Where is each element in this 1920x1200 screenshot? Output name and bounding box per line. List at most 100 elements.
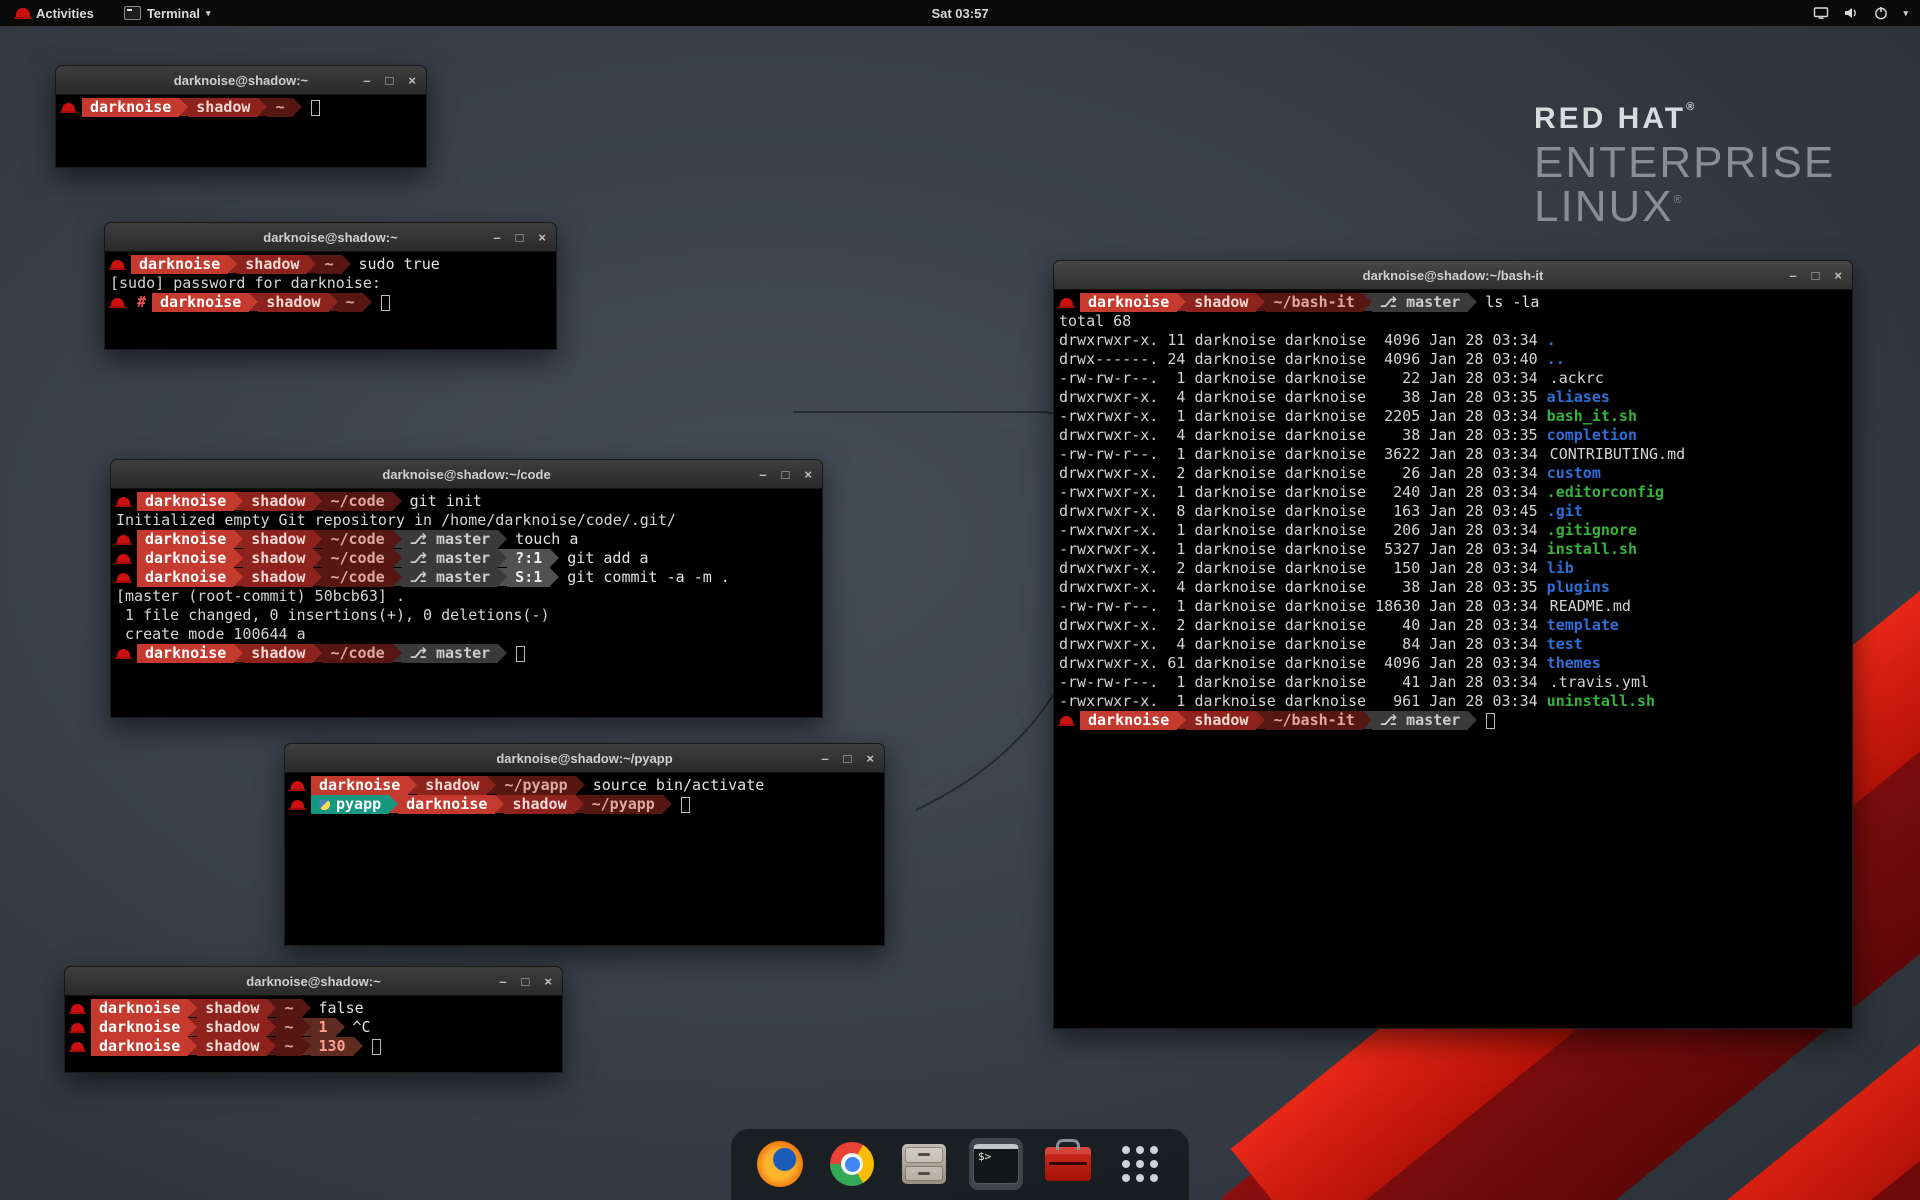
screen-share-icon[interactable]: [1813, 5, 1829, 21]
close-button[interactable]: ×: [866, 752, 874, 765]
minimize-button[interactable]: –: [493, 231, 500, 244]
terminal-window-home-2[interactable]: darknoise@shadow:~ – □ × darknoiseshadow…: [64, 966, 563, 1073]
terminal-line: drwxrwxr-x. 11 darknoise darknoise 4096 …: [1056, 331, 1852, 350]
maximize-button[interactable]: □: [516, 231, 524, 244]
output-text: [master (root-commit) 50bcb63] .: [113, 587, 405, 606]
maximize-button[interactable]: □: [386, 74, 394, 87]
minimize-button[interactable]: –: [363, 74, 370, 87]
terminal-line: -rwxrwxr-x. 1 darknoise darknoise 240 Ja…: [1056, 483, 1852, 502]
dock-item-files[interactable]: [897, 1138, 951, 1190]
terminal-line: darknoiseshadow~130: [67, 1037, 562, 1056]
executable-name: bash_it.sh: [1547, 407, 1637, 426]
prompt-segment-host: shadow: [1186, 711, 1256, 730]
powerline-separator: [1177, 711, 1186, 729]
prompt-segment-git: ⎇ master: [402, 530, 499, 549]
chevron-down-icon[interactable]: ▾: [1903, 8, 1908, 19]
directory-name: themes: [1547, 654, 1601, 673]
prompt-segment-git: ⎇ master: [402, 549, 499, 568]
prompt-segment-path: ~/bash-it: [1265, 711, 1362, 730]
terminal-content[interactable]: darknoiseshadow~falsedarknoiseshadow~1^C…: [64, 996, 563, 1073]
prompt-segment-host: shadow: [243, 530, 313, 549]
minimize-button[interactable]: –: [499, 975, 506, 988]
directory-name: .git: [1547, 502, 1583, 521]
activities-button[interactable]: Activities: [10, 0, 100, 26]
powerline-separator: [342, 255, 351, 273]
volume-icon[interactable]: [1843, 5, 1859, 21]
powerline-separator: [487, 776, 496, 794]
maximize-button[interactable]: □: [844, 752, 852, 765]
titlebar[interactable]: darknoise@shadow:~ – □ ×: [104, 222, 557, 252]
minimize-button[interactable]: –: [1789, 269, 1796, 282]
terminal-window-pyapp[interactable]: darknoise@shadow:~/pyapp – □ × darknoise…: [284, 743, 885, 946]
output-text: drwxrwxr-x. 8 darknoise darknoise 163 Ja…: [1056, 502, 1547, 521]
clock[interactable]: Sat 03:57: [931, 6, 988, 21]
titlebar[interactable]: darknoise@shadow:~ – □ ×: [55, 65, 427, 95]
prompt-segment-path: ~/pyapp: [584, 795, 663, 814]
terminal-window-home-1[interactable]: darknoise@shadow:~ – □ × darknoiseshadow…: [55, 65, 427, 168]
close-button[interactable]: ×: [544, 975, 552, 988]
maximize-button[interactable]: □: [522, 975, 530, 988]
powerline-separator: [329, 293, 338, 311]
terminal-line: darknoiseshadow~: [58, 98, 426, 117]
terminal-content[interactable]: darknoiseshadow~/bash-it⎇ masterls -lato…: [1053, 290, 1853, 1029]
powerline-separator: [393, 644, 402, 662]
terminal-line: 1 file changed, 0 insertions(+), 0 delet…: [113, 606, 822, 625]
prompt-segment-user: darknoise: [137, 549, 234, 568]
maximize-button[interactable]: □: [1812, 269, 1820, 282]
minimize-button[interactable]: –: [821, 752, 828, 765]
app-grid-icon: [1122, 1146, 1158, 1182]
titlebar[interactable]: darknoise@shadow:~ – □ ×: [64, 966, 563, 996]
prompt-segment-user: darknoise: [152, 293, 249, 312]
terminal-content[interactable]: darknoiseshadow~: [55, 95, 427, 168]
close-button[interactable]: ×: [408, 74, 416, 87]
titlebar[interactable]: darknoise@shadow:~/bash-it – □ ×: [1053, 260, 1853, 290]
terminal-line: darknoiseshadow~/code⎇ master?:1git add …: [113, 549, 822, 568]
terminal-window-sudo[interactable]: darknoise@shadow:~ – □ × darknoiseshadow…: [104, 222, 557, 350]
power-icon[interactable]: [1873, 5, 1889, 21]
dock-item-chrome[interactable]: [825, 1138, 879, 1190]
activities-label: Activities: [36, 6, 94, 21]
window-title: darknoise@shadow:~/bash-it: [1054, 268, 1852, 283]
titlebar[interactable]: darknoise@shadow:~/pyapp – □ ×: [284, 743, 885, 773]
dock-item-app-grid[interactable]: [1113, 1138, 1167, 1190]
powerline-separator: [188, 1037, 197, 1055]
terminal-content[interactable]: darknoiseshadow~/pyappsource bin/activat…: [284, 773, 885, 946]
terminal-content[interactable]: darknoiseshadow~/codegit initInitialized…: [110, 489, 823, 718]
close-button[interactable]: ×: [1834, 269, 1842, 282]
terminal-line: #darknoiseshadow~: [107, 293, 556, 312]
redhat-icon: [71, 1004, 84, 1013]
powerline-separator: [1363, 711, 1372, 729]
output-text: Initialized empty Git repository in /hom…: [113, 511, 676, 530]
terminal-content[interactable]: darknoiseshadow~sudo true[sudo] password…: [104, 252, 557, 350]
redhat-icon: [117, 535, 130, 544]
powerline-separator: [498, 568, 507, 586]
executable-name: install.sh: [1547, 540, 1637, 559]
command-text: git commit -a -m .: [567, 568, 730, 587]
minimize-button[interactable]: –: [759, 468, 766, 481]
app-menu-terminal[interactable]: Terminal ▾: [118, 0, 217, 26]
close-button[interactable]: ×: [804, 468, 812, 481]
prompt-segment-user: darknoise: [137, 568, 234, 587]
powerline-separator: [234, 530, 243, 548]
terminal-line: -rwxrwxr-x. 1 darknoise darknoise 961 Ja…: [1056, 692, 1852, 711]
prompt-segment-host: shadow: [243, 549, 313, 568]
terminal-line: drwxrwxr-x. 2 darknoise darknoise 26 Jan…: [1056, 464, 1852, 483]
dock-item-toolbox[interactable]: [1041, 1138, 1095, 1190]
terminal-line: -rw-rw-r--. 1 darknoise darknoise 41 Jan…: [1056, 673, 1852, 692]
prompt-segment-user: darknoise: [91, 1018, 188, 1037]
dock-item-firefox[interactable]: [753, 1138, 807, 1190]
close-button[interactable]: ×: [538, 231, 546, 244]
dock-item-terminal[interactable]: $>: [969, 1138, 1023, 1190]
powerline-separator: [188, 999, 197, 1017]
redhat-icon: [111, 298, 124, 307]
prompt-segment-host: shadow: [243, 492, 313, 511]
titlebar[interactable]: darknoise@shadow:~/code – □ ×: [110, 459, 823, 489]
terminal-window-bash-it[interactable]: darknoise@shadow:~/bash-it – □ × darknoi…: [1053, 260, 1853, 1029]
terminal-window-code[interactable]: darknoise@shadow:~/code – □ × darknoise s…: [110, 459, 823, 718]
maximize-button[interactable]: □: [782, 468, 790, 481]
redhat-icon: [291, 800, 304, 809]
terminal-line: drwx------. 24 darknoise darknoise 4096 …: [1056, 350, 1852, 369]
prompt-segment-path: ~: [276, 1018, 301, 1037]
terminal-line: darknoiseshadow~false: [67, 999, 562, 1018]
command-text: touch a: [515, 530, 578, 549]
